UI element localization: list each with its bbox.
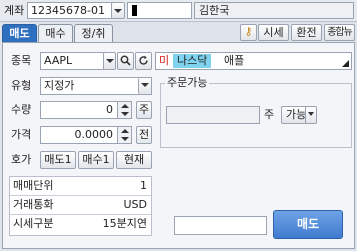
orderable-query-label: 가능 — [286, 108, 307, 121]
symbol-input[interactable]: AAPL — [40, 52, 112, 70]
key-icon: ⚷ — [244, 25, 253, 38]
price-input[interactable]: 0.0000 — [40, 126, 132, 144]
account-bar: 계좌 12345678-01 김한국 — [0, 0, 357, 22]
order-type-label: 유형 — [11, 79, 32, 92]
price-value: 0.0000 — [74, 128, 114, 141]
info-row: 시세구분 15분지연 — [10, 215, 151, 234]
quote-label: 호가 — [11, 153, 32, 166]
text-cursor — [132, 5, 137, 16]
stock-info-box: 미 나스닥 애플 — [155, 52, 352, 70]
quantity-input[interactable]: 0 — [40, 101, 132, 119]
quantity-label: 수량 — [11, 103, 32, 116]
account-label: 계좌 — [4, 4, 25, 17]
orderable-query-button[interactable]: 가능 — [281, 106, 317, 124]
account-owner-box: 김한국 — [194, 2, 354, 19]
refresh-button[interactable] — [135, 52, 152, 70]
info-value: 15분지연 — [102, 217, 147, 230]
info-table: 매매단위 1 거래통화 USD 시세구분 15분지연 — [9, 176, 152, 236]
price-spinner[interactable] — [117, 127, 131, 143]
buy1-button[interactable]: 매수1 — [78, 151, 114, 169]
account-number: 12345678-01 — [31, 4, 105, 17]
price-label: 가격 — [11, 128, 32, 141]
account-dropdown-button[interactable] — [111, 2, 125, 19]
spin-up-icon[interactable] — [121, 129, 129, 133]
info-label: 거래통화 — [13, 198, 54, 211]
quantity-value: 0 — [106, 103, 113, 116]
symbol-dropdown-button[interactable] — [103, 52, 116, 70]
tab-modify-cancel[interactable]: 정/취 — [74, 24, 113, 42]
info-value: 1 — [140, 179, 147, 192]
search-button[interactable] — [117, 52, 134, 70]
orderable-group: 주문가능 주 가능 — [160, 75, 352, 148]
market-flag: 미 — [159, 54, 170, 67]
symbol-value: AAPL — [44, 54, 73, 67]
quantity-spinner[interactable] — [117, 102, 131, 118]
search-icon — [120, 55, 131, 66]
chevron-down-icon — [141, 83, 149, 87]
info-label: 매매단위 — [13, 179, 54, 192]
order-type-value: 지정가 — [44, 79, 75, 92]
chevron-down-icon — [105, 59, 114, 63]
news-button[interactable]: 종합뉴스 — [324, 24, 355, 54]
resize-corner-icon — [342, 60, 349, 67]
current-price-button[interactable]: 현재 — [116, 151, 152, 169]
order-type-dropdown[interactable] — [138, 78, 151, 94]
orderable-unit: 주 — [264, 108, 275, 121]
exchange-badge: 나스닥 — [173, 54, 212, 68]
order-panel: 종목 AAPL 미 나스닥 애플 유형 지정가 수량 0 주 가격 0.0000… — [2, 42, 355, 249]
tab-bar: 매도 매수 정/취 ⚷ 시세 환전 종합뉴스 — [0, 23, 357, 54]
account-owner: 김한국 — [199, 4, 230, 17]
symbol-label: 종목 — [11, 54, 32, 67]
info-value: USD — [123, 198, 147, 211]
tab-buy[interactable]: 매수 — [38, 24, 73, 42]
refresh-icon — [139, 55, 148, 65]
chevron-down-icon — [114, 9, 122, 13]
account-select[interactable]: 12345678-01 — [27, 2, 123, 19]
exchange-button[interactable]: 환전 — [291, 24, 322, 41]
info-row: 매매단위 1 — [10, 177, 151, 196]
order-type-select[interactable]: 지정가 — [40, 77, 152, 95]
spin-down-icon[interactable] — [121, 137, 129, 141]
info-label: 시세구분 — [13, 217, 54, 230]
price-full-button[interactable]: 전 — [136, 126, 152, 144]
orderable-quantity-field — [166, 106, 260, 124]
orderable-dropdown[interactable] — [305, 107, 316, 123]
spin-up-icon[interactable] — [121, 104, 129, 108]
stock-name: 애플 — [224, 54, 245, 67]
order-password-field[interactable] — [174, 216, 267, 235]
tab-sell[interactable]: 매도 — [2, 24, 37, 42]
price-button[interactable]: 시세 — [258, 24, 289, 41]
sell-submit-button[interactable]: 매도 — [273, 210, 343, 239]
sell1-button[interactable]: 매도1 — [40, 151, 76, 169]
account-password-field[interactable] — [127, 2, 192, 19]
orderable-title: 주문가능 — [165, 75, 210, 91]
quantity-unit-button[interactable]: 주 — [136, 101, 152, 119]
info-row: 거래통화 USD — [10, 196, 151, 215]
key-button[interactable]: ⚷ — [240, 24, 257, 41]
spin-down-icon[interactable] — [121, 112, 129, 116]
chevron-down-icon — [308, 112, 314, 116]
